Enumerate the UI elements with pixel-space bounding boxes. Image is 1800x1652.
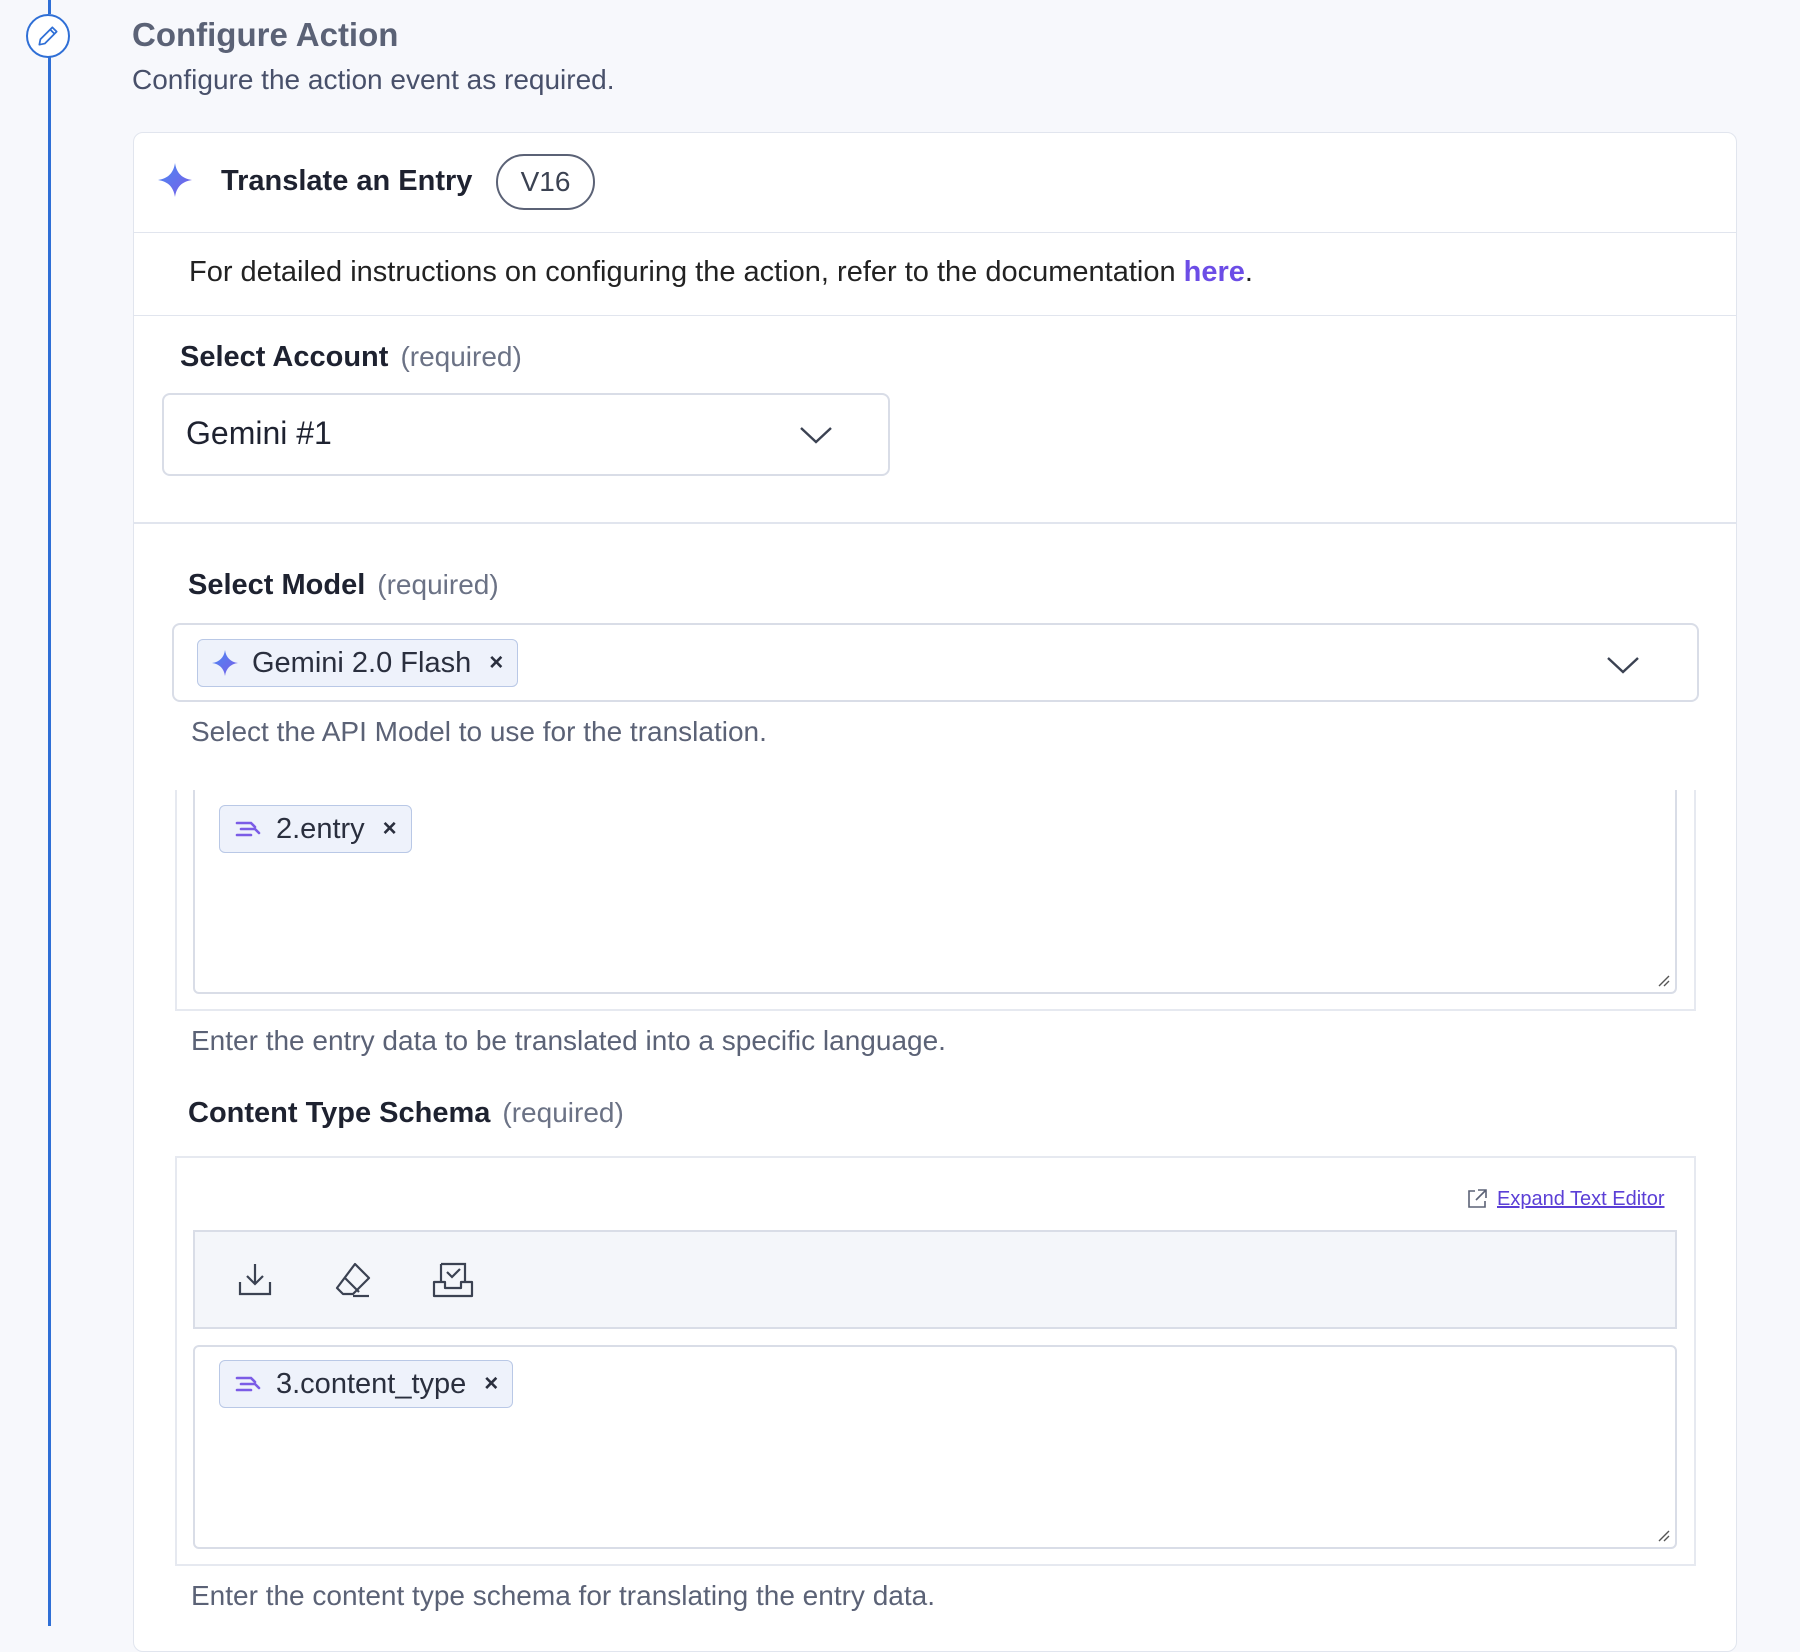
entry-chip-remove[interactable]: × (383, 815, 397, 843)
download-icon[interactable] (235, 1260, 275, 1300)
step-subtitle: Configure the action event as required. (132, 64, 615, 95)
doc-link[interactable]: here (1184, 256, 1245, 288)
pencil-icon (38, 26, 58, 46)
doc-text-body: For detailed instructions on configuring… (189, 256, 1184, 288)
schema-chip-remove[interactable]: × (484, 1370, 498, 1398)
entry-chip-label: 2.entry (276, 812, 365, 845)
doc-text: For detailed instructions on configuring… (189, 256, 1253, 289)
chevron-down-icon (1607, 657, 1639, 674)
account-value: Gemini #1 (186, 415, 332, 451)
schema-chip-label: 3.content_type (276, 1367, 467, 1400)
schema-toolbar (193, 1230, 1677, 1329)
section-divider (133, 522, 1737, 524)
version-badge: V16 (496, 154, 595, 210)
entry-chip[interactable]: 2.entry × (219, 805, 412, 853)
schema-chip[interactable]: 3.content_type × (219, 1360, 514, 1408)
account-label: Select Account (required) (180, 341, 522, 374)
timeline-line (48, 55, 51, 1626)
sparkle-icon (212, 650, 238, 676)
model-required: (required) (377, 569, 499, 600)
resize-handle-icon[interactable] (1655, 972, 1671, 988)
schema-label: Content Type Schema (required) (188, 1097, 624, 1130)
model-chip-label: Gemini 2.0 Flash (252, 646, 472, 679)
model-chip-remove[interactable]: × (489, 649, 503, 677)
external-link-icon (1468, 1189, 1487, 1208)
entry-help: Enter the entry data to be translated in… (191, 1025, 946, 1056)
account-required: (required) (400, 341, 522, 372)
model-label-text: Select Model (188, 569, 366, 601)
schema-label-text: Content Type Schema (188, 1097, 491, 1129)
expand-text-editor-link[interactable]: Expand Text Editor (1465, 1187, 1665, 1211)
sparkle-icon (158, 163, 192, 202)
step-title: Configure Action (132, 16, 399, 53)
resize-handle-icon[interactable] (1655, 1527, 1671, 1543)
model-help: Select the API Model to use for the tran… (191, 716, 767, 747)
variable-icon (235, 1376, 261, 1392)
timeline-line-top (48, 0, 51, 14)
entry-textarea[interactable] (193, 790, 1677, 994)
doc-text-end: . (1244, 256, 1253, 288)
schema-help: Enter the content type schema for transl… (191, 1580, 935, 1611)
variable-icon (235, 821, 261, 837)
step-edit-icon[interactable] (26, 14, 70, 58)
model-chip[interactable]: Gemini 2.0 Flash × (197, 639, 519, 687)
account-label-text: Select Account (180, 341, 389, 373)
version-label: V16 (520, 166, 571, 197)
eraser-icon[interactable] (333, 1260, 373, 1300)
account-select[interactable]: Gemini #1 (162, 393, 890, 476)
inbox-check-icon[interactable] (431, 1260, 475, 1300)
schema-required: (required) (502, 1097, 624, 1128)
action-name: Translate an Entry (221, 165, 473, 197)
chevron-down-icon (800, 427, 832, 444)
model-label: Select Model (required) (188, 569, 499, 602)
expand-text-editor-label: Expand Text Editor (1497, 1187, 1665, 1210)
